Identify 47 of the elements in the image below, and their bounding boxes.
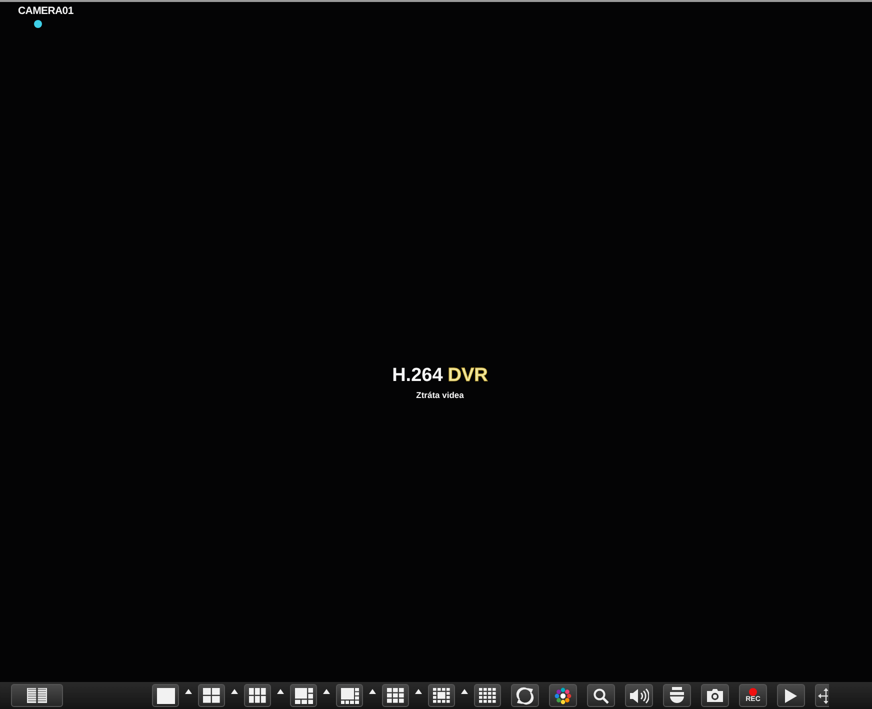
single-view-button[interactable] (152, 684, 179, 707)
caret-icon[interactable] (231, 689, 238, 694)
zoom-button[interactable] (587, 684, 615, 707)
move-arrows-icon (818, 688, 828, 704)
thirteen-view-button[interactable] (336, 684, 363, 707)
quad-view-button[interactable] (198, 684, 225, 707)
dome-camera-icon (669, 686, 685, 704)
grid-layout-icon (386, 688, 404, 704)
caret-icon[interactable] (415, 689, 422, 694)
grid-layout-icon (156, 688, 174, 704)
caret-icon[interactable] (277, 689, 284, 694)
grid-layout-icon (202, 688, 220, 704)
snapshot-button[interactable] (701, 684, 729, 707)
search-icon (593, 688, 609, 704)
sixteen-view-button[interactable] (474, 684, 501, 707)
nine-view-button[interactable] (382, 684, 409, 707)
logo-codec: H.264 (392, 364, 443, 386)
six-view-button[interactable] (244, 684, 271, 707)
move-button[interactable] (815, 684, 829, 707)
menu-button[interactable] (11, 684, 63, 707)
grid-layout-icon (294, 688, 312, 704)
caret-icon[interactable] (369, 689, 376, 694)
caret-icon[interactable] (461, 689, 468, 694)
ten-view-button[interactable] (428, 684, 455, 707)
speaker-icon (629, 688, 649, 704)
playback-button[interactable] (777, 684, 805, 707)
grid-layout-icon (340, 688, 358, 704)
sequence-button[interactable] (511, 684, 539, 707)
grid-layout-icon (432, 688, 450, 704)
eight-view-button[interactable] (290, 684, 317, 707)
color-dots-icon (554, 686, 572, 704)
caret-icon[interactable] (323, 689, 330, 694)
ptz-button[interactable] (663, 684, 691, 707)
indicator-dot-icon (34, 20, 42, 28)
grid-layout-icon (248, 688, 266, 704)
caret-icon[interactable] (185, 689, 192, 694)
logo-brand: DVR (448, 364, 488, 386)
notebook-icon (26, 687, 48, 704)
camera-name: CAMERA01 (18, 5, 74, 17)
grid-layout-icon (478, 688, 496, 704)
cycle-arrows-icon (515, 686, 535, 704)
color-settings-button[interactable] (549, 684, 577, 707)
play-icon (784, 688, 798, 704)
video-loss-message: Ztráta videa (416, 390, 464, 400)
record-dot-icon (749, 688, 757, 696)
audio-button[interactable] (625, 684, 653, 707)
camera-icon (706, 688, 724, 703)
